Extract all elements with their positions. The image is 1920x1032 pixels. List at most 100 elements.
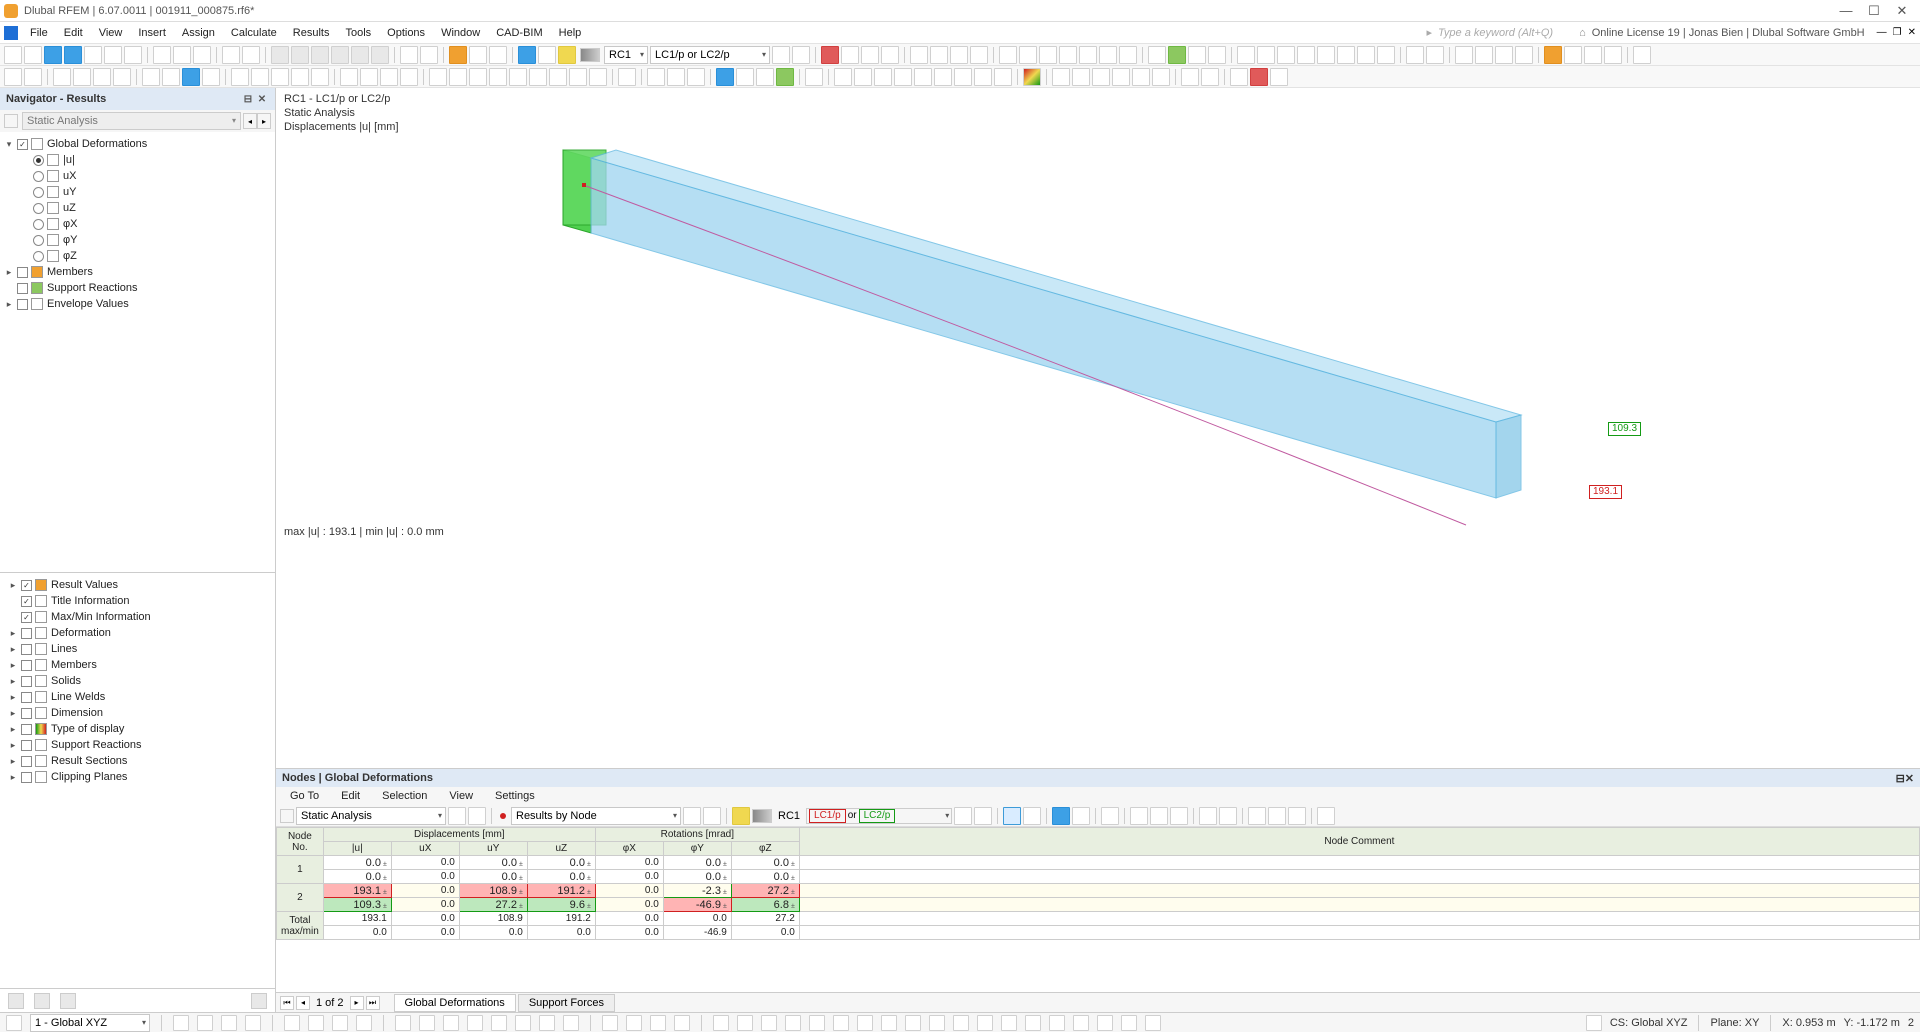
t2-d4[interactable]	[400, 68, 418, 86]
tb-b4[interactable]	[970, 46, 988, 64]
nav-prev[interactable]: ◂	[243, 113, 257, 129]
tb-win3[interactable]	[311, 46, 329, 64]
viewport[interactable]: RC1 - LC1/p or LC2/p Static Analysis Dis…	[276, 88, 1920, 1012]
t2-e4[interactable]	[489, 68, 507, 86]
menu-assign[interactable]: Assign	[174, 25, 223, 41]
nav-btm-1[interactable]	[8, 993, 24, 1009]
tb-g3[interactable]	[1495, 46, 1513, 64]
combo-rc[interactable]: RC1	[604, 46, 648, 64]
tree2-7[interactable]: ▸Line Welds	[0, 689, 275, 705]
tb-g2[interactable]	[1475, 46, 1493, 64]
t2-m2[interactable]	[1250, 68, 1268, 86]
tb-doc1[interactable]	[153, 46, 171, 64]
bp-tab-supportforces[interactable]: Support Forces	[518, 994, 615, 1012]
tree2-8[interactable]: ▸Dimension	[0, 705, 275, 721]
sb-t6[interactable]	[308, 1015, 324, 1031]
t2-sel1[interactable]	[4, 68, 22, 86]
bp-opt10[interactable]	[1219, 807, 1237, 825]
bp-menu-goto[interactable]: Go To	[280, 789, 329, 803]
t2-d2[interactable]	[360, 68, 378, 86]
tb-res3[interactable]	[558, 46, 576, 64]
sb-t27[interactable]	[857, 1015, 873, 1031]
bp-resultsby-combo[interactable]: Results by Node	[511, 807, 681, 825]
menu-results[interactable]: Results	[285, 25, 338, 41]
t2-a2[interactable]	[73, 68, 91, 86]
tb-g1[interactable]	[1455, 46, 1473, 64]
nav-btm-camera-icon[interactable]	[60, 993, 76, 1009]
tree2-12[interactable]: ▸Clipping Planes	[0, 769, 275, 785]
nav-btm-chart-icon[interactable]	[251, 993, 267, 1009]
sb-t33[interactable]	[1001, 1015, 1017, 1031]
sb-t19[interactable]	[650, 1015, 666, 1031]
tb-e5[interactable]	[1317, 46, 1335, 64]
combo-lc[interactable]: LC1/p or LC2/p	[650, 46, 770, 64]
menu-view[interactable]: View	[91, 25, 131, 41]
tb-f1[interactable]	[1406, 46, 1424, 64]
tb-a4[interactable]	[881, 46, 899, 64]
tree2-6[interactable]: ▸Solids	[0, 673, 275, 689]
bp-lc-icon[interactable]	[732, 807, 750, 825]
sb-t36[interactable]	[1073, 1015, 1089, 1031]
bp-close-icon[interactable]: ✕	[1905, 772, 1914, 785]
tb-g4[interactable]	[1515, 46, 1533, 64]
tb-a2[interactable]	[841, 46, 859, 64]
tb-win1[interactable]	[271, 46, 289, 64]
doc-close[interactable]: ✕	[1908, 27, 1916, 38]
t2-d1[interactable]	[340, 68, 358, 86]
bp-lc-box[interactable]: LC1/p or LC2/p ▾	[806, 808, 952, 824]
t2-k1[interactable]	[1052, 68, 1070, 86]
tb-next[interactable]	[792, 46, 810, 64]
tb-show2[interactable]	[420, 46, 438, 64]
t2-e3[interactable]	[469, 68, 487, 86]
sb-t32[interactable]	[977, 1015, 993, 1031]
t2-k3[interactable]	[1092, 68, 1110, 86]
sb-t18[interactable]	[626, 1015, 642, 1031]
t2-c1[interactable]	[231, 68, 249, 86]
tree2-3[interactable]: ▸Deformation	[0, 625, 275, 641]
t2-j8[interactable]	[974, 68, 992, 86]
sb-t38[interactable]	[1121, 1015, 1137, 1031]
bp-opt7[interactable]	[1150, 807, 1168, 825]
bp-next1[interactable]	[468, 807, 486, 825]
t2-f1[interactable]	[618, 68, 636, 86]
sb-cs-icon[interactable]	[6, 1015, 22, 1031]
sb-t9[interactable]	[395, 1015, 411, 1031]
t2-j9[interactable]	[994, 68, 1012, 86]
t2-j7[interactable]	[954, 68, 972, 86]
t2-b1[interactable]	[142, 68, 160, 86]
sb-t21[interactable]	[713, 1015, 729, 1031]
sb-t26[interactable]	[833, 1015, 849, 1031]
t2-g3[interactable]	[687, 68, 705, 86]
nav-close-icon[interactable]: ✕	[255, 92, 269, 106]
t2-colormap[interactable]	[1023, 68, 1041, 86]
sb-t30[interactable]	[929, 1015, 945, 1031]
t2-a1[interactable]	[53, 68, 71, 86]
bp-prev3[interactable]	[954, 807, 972, 825]
tb-calc2[interactable]	[469, 46, 487, 64]
bp-opt9[interactable]	[1199, 807, 1217, 825]
sb-t37[interactable]	[1097, 1015, 1113, 1031]
t2-l1[interactable]	[1181, 68, 1199, 86]
bp-opt12[interactable]	[1268, 807, 1286, 825]
sb-t5[interactable]	[284, 1015, 300, 1031]
t2-m1[interactable]	[1230, 68, 1248, 86]
tb-d2[interactable]	[1168, 46, 1186, 64]
tb-c5[interactable]	[1079, 46, 1097, 64]
t2-c3[interactable]	[271, 68, 289, 86]
bp-opt8[interactable]	[1170, 807, 1188, 825]
bp-opt6[interactable]	[1130, 807, 1148, 825]
tree2-4[interactable]: ▸Lines	[0, 641, 275, 657]
tb-doc2[interactable]	[173, 46, 191, 64]
t2-k2[interactable]	[1072, 68, 1090, 86]
maximize-button[interactable]: ☐	[1860, 2, 1888, 20]
t2-h3[interactable]	[756, 68, 774, 86]
bp-next[interactable]: ▸	[350, 996, 364, 1010]
bp-prev[interactable]: ◂	[296, 996, 310, 1010]
tb-redo[interactable]	[242, 46, 260, 64]
tb-b1[interactable]	[910, 46, 928, 64]
tb-c7[interactable]	[1119, 46, 1137, 64]
tb-c2[interactable]	[1019, 46, 1037, 64]
t2-j2[interactable]	[854, 68, 872, 86]
tb-c3[interactable]	[1039, 46, 1057, 64]
tree-envelope[interactable]: ▸Envelope Values	[0, 296, 275, 312]
